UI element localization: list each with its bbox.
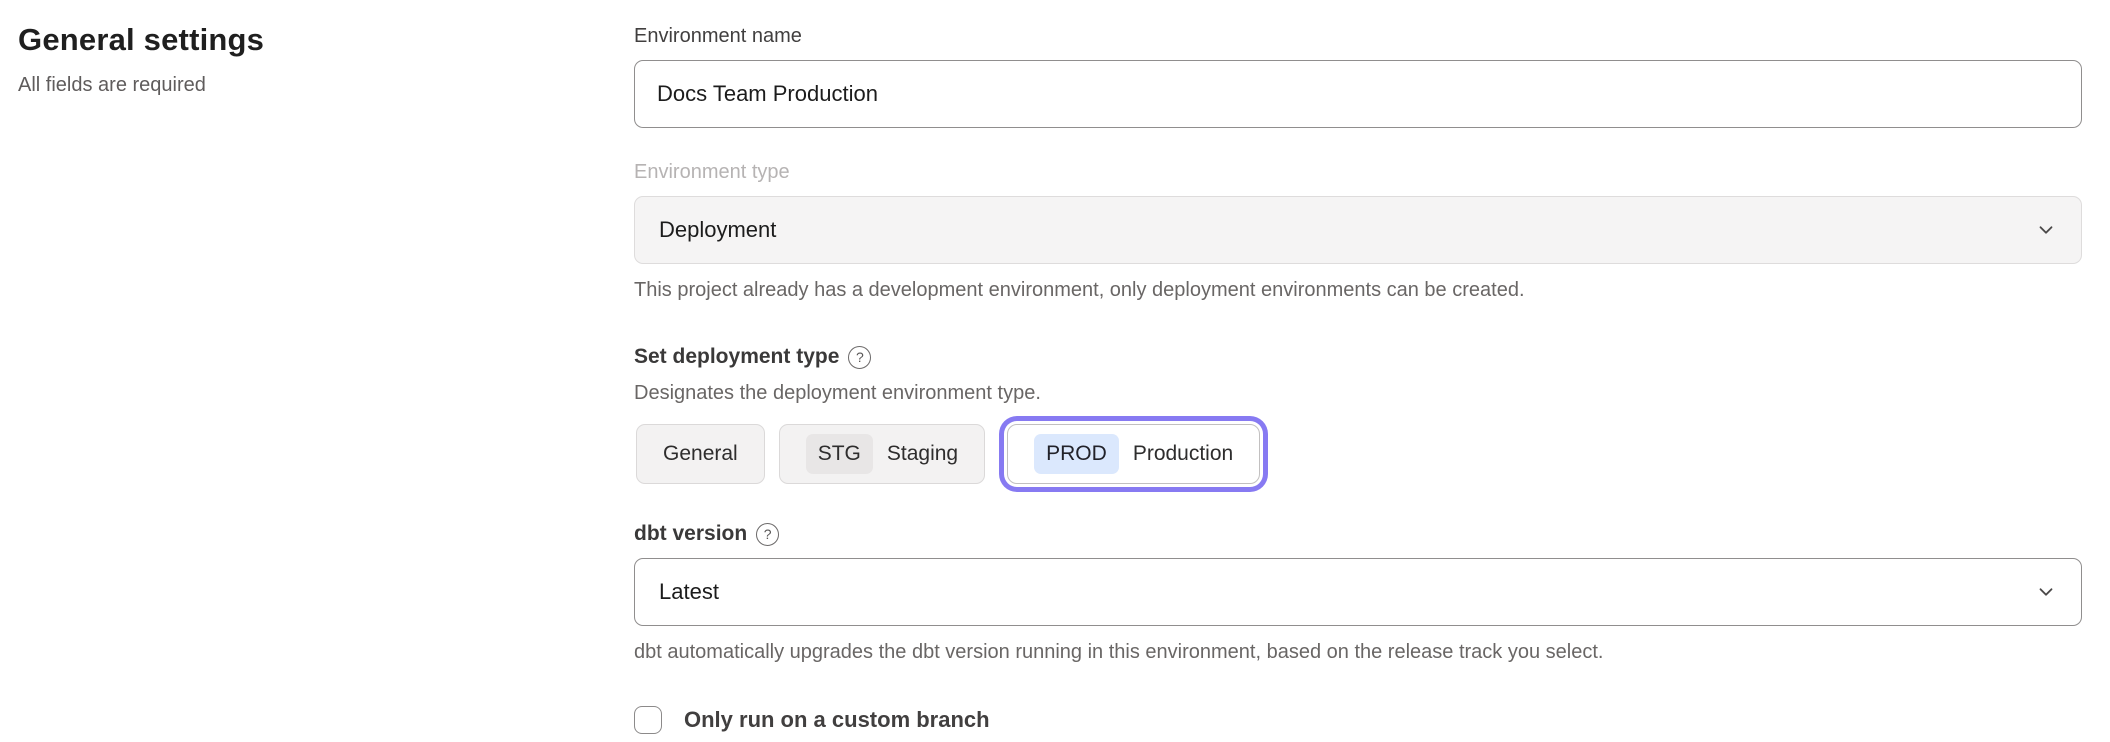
dbt-version-section-label: dbt version ? xyxy=(634,520,2082,548)
page-title: General settings xyxy=(18,22,578,58)
environment-type-select: Deployment xyxy=(634,196,2082,264)
general-settings-form: Environment name Environment type Deploy… xyxy=(634,22,2082,734)
custom-branch-checkbox[interactable] xyxy=(634,706,662,734)
environment-type-helper: This project already has a development e… xyxy=(634,277,2082,303)
deployment-type-option-staging[interactable]: STG Staging xyxy=(779,424,985,484)
chevron-down-icon xyxy=(2035,581,2057,603)
environment-type-label: Environment type xyxy=(634,158,2082,186)
chevron-down-icon xyxy=(2035,219,2057,241)
deployment-type-options: General STG Staging PROD Production xyxy=(634,424,2082,484)
dbt-version-select[interactable]: Latest xyxy=(634,558,2082,626)
help-icon[interactable]: ? xyxy=(756,523,779,546)
option-label: General xyxy=(663,442,738,466)
environment-name-input[interactable] xyxy=(634,60,2082,128)
option-label: Staging xyxy=(887,442,958,466)
custom-branch-row: Only run on a custom branch xyxy=(634,706,2082,734)
environment-name-label: Environment name xyxy=(634,22,2082,50)
settings-intro: General settings All fields are required xyxy=(18,22,578,97)
custom-branch-label[interactable]: Only run on a custom branch xyxy=(684,707,990,733)
dbt-version-label-text: dbt version xyxy=(634,520,747,548)
staging-badge: STG xyxy=(806,434,873,474)
dbt-version-value: Latest xyxy=(659,579,719,605)
page-subtitle: All fields are required xyxy=(18,74,578,97)
production-badge: PROD xyxy=(1034,434,1119,474)
help-icon[interactable]: ? xyxy=(848,346,871,369)
environment-type-value: Deployment xyxy=(659,217,776,243)
option-label: Production xyxy=(1133,442,1233,466)
deployment-type-option-general[interactable]: General xyxy=(636,424,765,484)
dbt-version-helper: dbt automatically upgrades the dbt versi… xyxy=(634,639,2082,665)
deployment-type-section-label: Set deployment type ? xyxy=(634,343,2082,371)
deployment-type-option-production[interactable]: PROD Production xyxy=(1007,424,1260,484)
deployment-type-helper: Designates the deployment environment ty… xyxy=(634,380,2082,406)
deployment-type-label-text: Set deployment type xyxy=(634,343,839,371)
